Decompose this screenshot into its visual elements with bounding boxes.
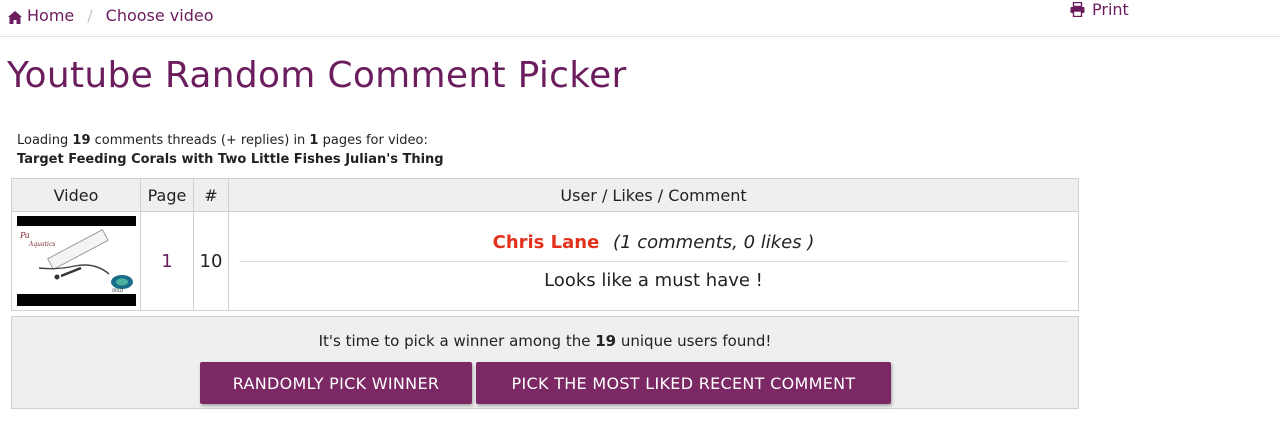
page-title: Youtube Random Comment Picker xyxy=(7,55,627,96)
winner-prefix: It's time to pick a winner among the xyxy=(318,332,596,350)
column-header-page: Page xyxy=(140,178,194,212)
print-button[interactable]: Print xyxy=(1070,0,1129,19)
randomly-pick-winner-button[interactable]: RANDOMLY PICK WINNER xyxy=(200,362,472,404)
winner-suffix: unique users found! xyxy=(616,332,772,350)
top-bar: Home / Choose video Print xyxy=(0,0,1280,37)
pick-most-liked-comment-button[interactable]: PICK THE MOST LIKED RECENT COMMENT xyxy=(476,362,891,404)
page-cell: 1 xyxy=(140,211,194,311)
svg-text:Pa: Pa xyxy=(19,231,30,240)
loading-prefix: Loading xyxy=(17,133,73,148)
table-row: Pa Aquatics ORLD 1 10 Chris Lane (1 comm… xyxy=(11,211,1079,311)
comment-cell: Chris Lane (1 comments, 0 likes ) Looks … xyxy=(228,211,1079,311)
column-header-number: # xyxy=(193,178,229,212)
breadcrumb: Home / Choose video xyxy=(8,6,214,25)
breadcrumb-separator: / xyxy=(87,6,93,25)
loading-suffix: pages for video: xyxy=(318,133,428,148)
video-thumbnail-cell: Pa Aquatics ORLD xyxy=(11,211,141,311)
comment-text: Looks like a must have ! xyxy=(544,269,763,291)
svg-text:ORLD: ORLD xyxy=(112,288,123,293)
breadcrumb-home-link[interactable]: Home xyxy=(27,6,74,25)
user-line: Chris Lane (1 comments, 0 likes ) xyxy=(239,232,1068,262)
loading-status: Loading 19 comments threads (+ replies) … xyxy=(17,131,444,169)
svg-text:Aquatics: Aquatics xyxy=(28,241,55,248)
comments-table: Video Page # User / Likes / Comment Pa A… xyxy=(11,178,1079,311)
column-header-video: Video xyxy=(11,178,141,212)
winner-panel: It's time to pick a winner among the 19 … xyxy=(11,316,1079,409)
user-stats: (1 comments, 0 likes ) xyxy=(613,231,815,253)
home-icon[interactable] xyxy=(8,9,22,24)
breadcrumb-choose-video-link[interactable]: Choose video xyxy=(106,6,214,25)
user-name-link[interactable]: Chris Lane xyxy=(493,232,600,253)
winner-message: It's time to pick a winner among the 19 … xyxy=(12,332,1078,350)
page-number: 1 xyxy=(161,250,173,272)
loading-middle: comments threads (+ replies) in xyxy=(90,133,310,148)
print-icon xyxy=(1070,1,1085,18)
thread-count: 19 xyxy=(72,133,91,148)
print-label: Print xyxy=(1092,0,1129,19)
unique-user-count: 19 xyxy=(595,332,617,350)
video-title: Target Feeding Corals with Two Little Fi… xyxy=(17,152,444,167)
comment-index: 10 xyxy=(199,250,223,272)
column-header-comment: User / Likes / Comment xyxy=(228,178,1079,212)
video-thumbnail[interactable]: Pa Aquatics ORLD xyxy=(16,216,136,306)
index-cell: 10 xyxy=(193,211,229,311)
